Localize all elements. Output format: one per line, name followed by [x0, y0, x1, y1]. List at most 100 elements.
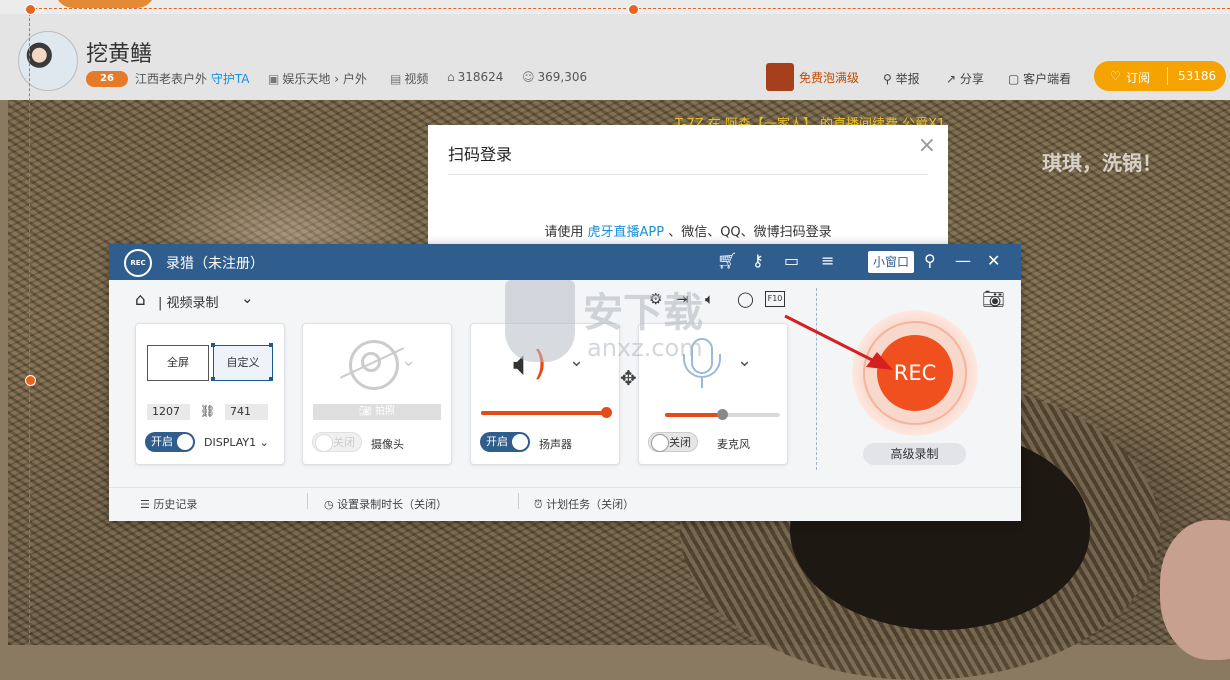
- subscribe-divider: [1167, 67, 1168, 85]
- key-icon[interactable]: ⚷: [752, 251, 764, 270]
- avatar[interactable]: [18, 31, 78, 91]
- qr-divider: [448, 174, 928, 175]
- width-input[interactable]: 1207: [147, 404, 190, 420]
- move-cursor-icon: ✥: [620, 366, 637, 390]
- fullscreen-button[interactable]: 全屏: [147, 345, 209, 381]
- camera-label: 摄像头: [371, 438, 404, 451]
- selection-border-left: [29, 8, 30, 648]
- custom-region-button[interactable]: 自定义: [213, 345, 273, 381]
- category-breadcrumb[interactable]: ▣ 娱乐天地 › 户外: [268, 70, 367, 87]
- subscribe-button[interactable]: ♡ 订阅 53186: [1094, 61, 1226, 91]
- chevron-down-icon[interactable]: ⌄: [401, 350, 416, 371]
- slider-fill: [481, 411, 607, 415]
- minimize-icon[interactable]: —: [955, 251, 971, 270]
- guard-link[interactable]: 守护TA: [211, 72, 250, 86]
- footer-divider: [307, 493, 308, 509]
- slider-thumb[interactable]: [716, 409, 728, 420]
- display-select[interactable]: DISPLAY1 ⌄: [204, 436, 269, 449]
- client-button[interactable]: ▢ 客户端看: [1008, 70, 1071, 87]
- screen-toggle[interactable]: 开启: [145, 432, 195, 452]
- top-strip: [0, 0, 1230, 14]
- schedule-link[interactable]: ⏰︎ 计划任务（关闭）: [534, 496, 634, 512]
- snapshot-button[interactable]: 📷︎ 拍照: [313, 404, 441, 420]
- video-link[interactable]: ▤ 视频: [390, 70, 428, 87]
- region-corner: [269, 343, 273, 347]
- report-button[interactable]: ⚲ 举报: [883, 70, 920, 87]
- slider-fill: [665, 413, 723, 417]
- gift-label[interactable]: 免费泡满级: [799, 69, 859, 86]
- rec-button[interactable]: REC: [877, 335, 953, 411]
- rec-logo-icon: REC: [124, 249, 152, 277]
- camera-icon[interactable]: 📷︎: [982, 289, 1005, 310]
- screen-card: 全屏 自定义 1207 ⛓ 741 开启 DISPLAY1 ⌄: [135, 323, 285, 465]
- qr-instruction: 请使用 虎牙直播APP 、微信、QQ、微博扫码登录: [544, 225, 832, 240]
- chevron-down-icon[interactable]: ⌄: [737, 350, 752, 371]
- link-icon[interactable]: ⛓: [200, 404, 215, 418]
- camera-toggle[interactable]: 关闭: [312, 432, 362, 452]
- close-icon[interactable]: ✕: [987, 251, 1000, 270]
- client-icon: ▢: [1008, 72, 1024, 86]
- video-icon: ▤: [390, 72, 402, 86]
- people-icon: ☺: [522, 70, 535, 84]
- pin-icon[interactable]: ⚲: [924, 251, 936, 270]
- watermark: 安下载 anxz.com: [505, 280, 735, 370]
- speaker-toggle[interactable]: 开启: [480, 432, 530, 452]
- footer-divider: [518, 493, 519, 509]
- stream-header: [0, 14, 1230, 100]
- house-icon: ⌂: [447, 70, 455, 84]
- streamer-name: 挖黄鳝: [86, 42, 153, 67]
- microphone-base-icon: [701, 378, 703, 388]
- chat-icon[interactable]: ▭: [784, 251, 799, 270]
- camera-card: ⌄ 📷︎ 拍照 关闭 摄像头: [302, 323, 452, 465]
- selection-handle-top[interactable]: [628, 4, 639, 15]
- alarm-icon: ⏰︎: [534, 498, 547, 511]
- speaker-volume-slider[interactable]: [481, 407, 612, 418]
- close-icon[interactable]: ×: [918, 133, 936, 158]
- mini-window-button[interactable]: 小窗口: [868, 251, 914, 273]
- toggle-knob: [177, 434, 193, 450]
- selection-handle-left[interactable]: [25, 375, 36, 386]
- watermark-text: 安下载: [583, 290, 703, 336]
- tv-icon: ▣: [268, 72, 280, 86]
- level-badge: 26: [86, 71, 128, 87]
- cart-icon[interactable]: 🛒︎: [717, 251, 737, 270]
- list-icon: ☰: [140, 498, 154, 511]
- shield-icon: [505, 280, 575, 362]
- mouse-icon[interactable]: ◯: [737, 290, 754, 308]
- microphone-volume-slider[interactable]: [665, 409, 780, 420]
- qr-dialog-title: 扫码登录: [448, 145, 513, 164]
- watermark-url: anxz.com: [587, 334, 703, 362]
- danmaku-message-2: 琪琪，洗锅！: [1042, 151, 1162, 175]
- recorder-title: 录猎（未注册）: [166, 256, 264, 272]
- microphone-label: 麦克风: [717, 438, 750, 451]
- viewer-count: ☺ 369,306: [522, 70, 588, 84]
- subscribe-count: 53186: [1178, 69, 1217, 83]
- report-icon: ⚲: [883, 72, 896, 86]
- fn-key-icon[interactable]: F10: [765, 291, 785, 307]
- slider-thumb[interactable]: [601, 407, 612, 418]
- chevron-down-icon[interactable]: ⌄: [241, 289, 254, 307]
- microphone-toggle[interactable]: 关闭: [648, 432, 698, 452]
- room-id: ⌂ 318624: [447, 70, 504, 84]
- menu-icon[interactable]: ≡: [821, 251, 834, 270]
- home-icon[interactable]: ⌂: [135, 290, 146, 310]
- speaker-label: 扬声器: [539, 438, 572, 451]
- mode-selector[interactable]: | 视频录制: [158, 292, 219, 311]
- gift-icon[interactable]: [766, 63, 794, 91]
- height-input[interactable]: 741: [225, 404, 268, 420]
- panel-divider: [816, 288, 817, 470]
- region-corner: [211, 343, 215, 347]
- toggle-knob: [315, 434, 333, 452]
- history-link[interactable]: ☰ 历史记录: [140, 496, 197, 512]
- clock-icon: ◷: [324, 498, 338, 511]
- share-icon: ↗: [946, 72, 960, 86]
- toggle-knob: [651, 434, 669, 452]
- duration-link[interactable]: ◷ 设置录制时长（关闭）: [324, 496, 447, 512]
- selection-handle-topleft[interactable]: [25, 4, 36, 15]
- region-corner: [211, 377, 215, 381]
- share-button[interactable]: ↗ 分享: [946, 70, 984, 87]
- recorder-titlebar[interactable]: REC 录猎（未注册） 🛒︎ ⚷ ▭ ≡ 小窗口 ⚲ — ✕: [109, 244, 1021, 280]
- app-link[interactable]: 虎牙直播APP: [587, 225, 664, 240]
- toggle-knob: [512, 434, 528, 450]
- advanced-recording-button[interactable]: 高级录制: [863, 443, 966, 465]
